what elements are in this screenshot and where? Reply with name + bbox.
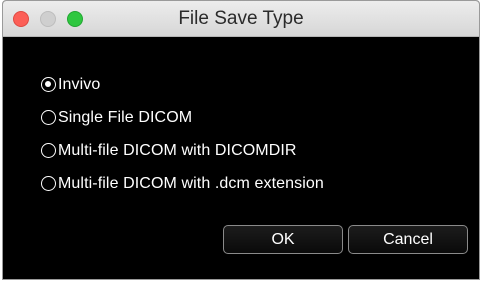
option-label: Multi-file DICOM with .dcm extension xyxy=(58,174,324,192)
save-type-radio-group: Invivo Single File DICOM Multi-file DICO… xyxy=(41,73,324,205)
option-label: Invivo xyxy=(58,75,101,93)
option-invivo[interactable]: Invivo xyxy=(41,73,324,96)
radio-button[interactable] xyxy=(41,110,56,125)
cancel-button[interactable]: Cancel xyxy=(348,225,468,254)
window-title: File Save Type xyxy=(178,8,304,29)
title-bar[interactable]: File Save Type xyxy=(3,1,479,37)
option-label: Single File DICOM xyxy=(58,108,193,126)
radio-button-selected[interactable] xyxy=(41,77,56,92)
option-single-file-dicom[interactable]: Single File DICOM xyxy=(41,106,324,129)
option-multi-file-dcm-extension[interactable]: Multi-file DICOM with .dcm extension xyxy=(41,172,324,195)
option-multi-file-dicomdir[interactable]: Multi-file DICOM with DICOMDIR xyxy=(41,139,324,162)
radio-button[interactable] xyxy=(41,176,56,191)
option-label: Multi-file DICOM with DICOMDIR xyxy=(58,141,297,159)
radio-button[interactable] xyxy=(41,143,56,158)
file-save-type-dialog: File Save Type Invivo Single File DICOM … xyxy=(2,0,480,280)
ok-button[interactable]: OK xyxy=(223,225,343,254)
